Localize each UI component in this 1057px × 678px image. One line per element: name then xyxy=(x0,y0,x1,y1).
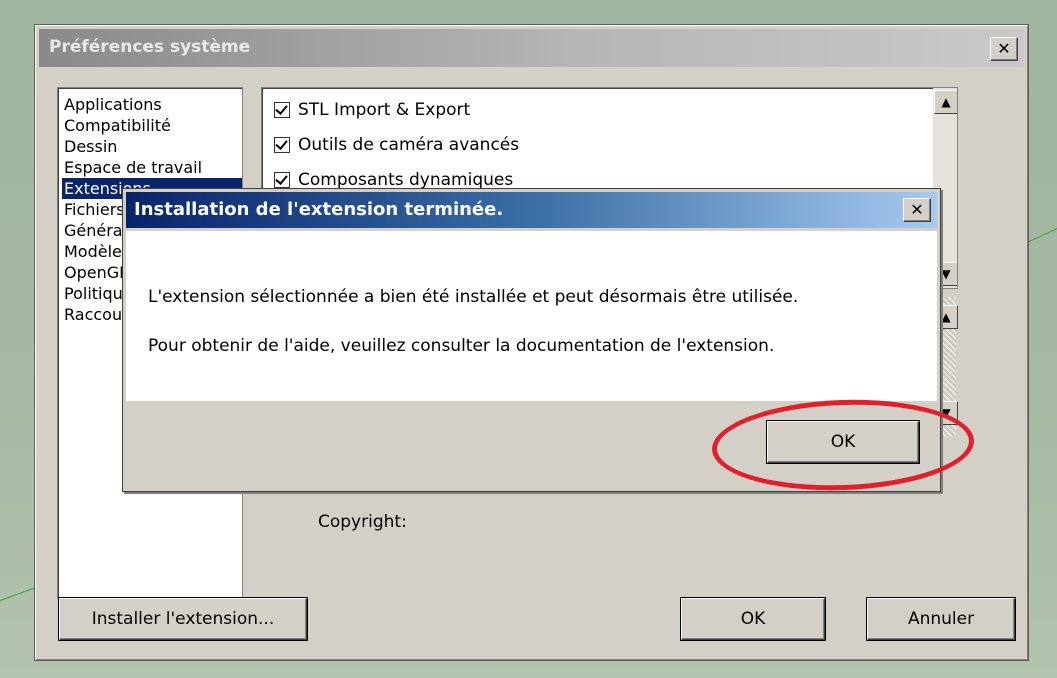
extension-checkbox[interactable] xyxy=(274,137,290,153)
scroll-up-icon: ▲ xyxy=(941,310,951,324)
extension-label: Outils de caméra avancés xyxy=(298,135,520,155)
dialog-titlebar: Installation de l'extension terminée. ✕ xyxy=(126,192,937,228)
install-extension-button[interactable]: Installer l'extension... xyxy=(59,598,307,640)
dialog-body: L'extension sélectionnée a bien été inst… xyxy=(126,231,937,401)
window-close-button[interactable]: ✕ xyxy=(990,37,1018,61)
category-item[interactable]: Dessin xyxy=(62,136,242,157)
extension-checkbox[interactable] xyxy=(274,102,290,118)
dialog-close-button[interactable]: ✕ xyxy=(903,198,931,222)
dialog-message-success: L'extension sélectionnée a bien été inst… xyxy=(148,287,799,307)
close-icon: ✕ xyxy=(910,200,924,219)
extension-checkbox[interactable] xyxy=(274,172,290,188)
extension-item[interactable]: Outils de caméra avancés xyxy=(274,131,519,159)
category-item[interactable]: Applications xyxy=(62,94,242,115)
extension-item[interactable]: STL Import & Export xyxy=(274,96,470,124)
scroll-up-icon: ▲ xyxy=(941,95,951,109)
close-icon: ✕ xyxy=(997,39,1011,58)
scroll-down-icon: ▼ xyxy=(941,267,951,281)
category-item[interactable]: Espace de travail xyxy=(62,157,242,178)
extension-label: STL Import & Export xyxy=(298,100,471,120)
preferences-titlebar: Préférences système ✕ xyxy=(39,29,1024,67)
category-item[interactable]: Compatibilité xyxy=(62,115,242,136)
ok-button[interactable]: OK xyxy=(681,598,825,640)
window-title: Préférences système xyxy=(49,37,251,57)
copyright-label: Copyright: xyxy=(318,512,407,532)
scroll-up-button[interactable]: ▲ xyxy=(934,90,957,114)
dialog-message-help: Pour obtenir de l'aide, veuillez consult… xyxy=(148,336,775,356)
dialog-title: Installation de l'extension terminée. xyxy=(134,199,504,220)
extension-label: Composants dynamiques xyxy=(298,170,514,190)
cancel-button[interactable]: Annuler xyxy=(867,598,1015,640)
